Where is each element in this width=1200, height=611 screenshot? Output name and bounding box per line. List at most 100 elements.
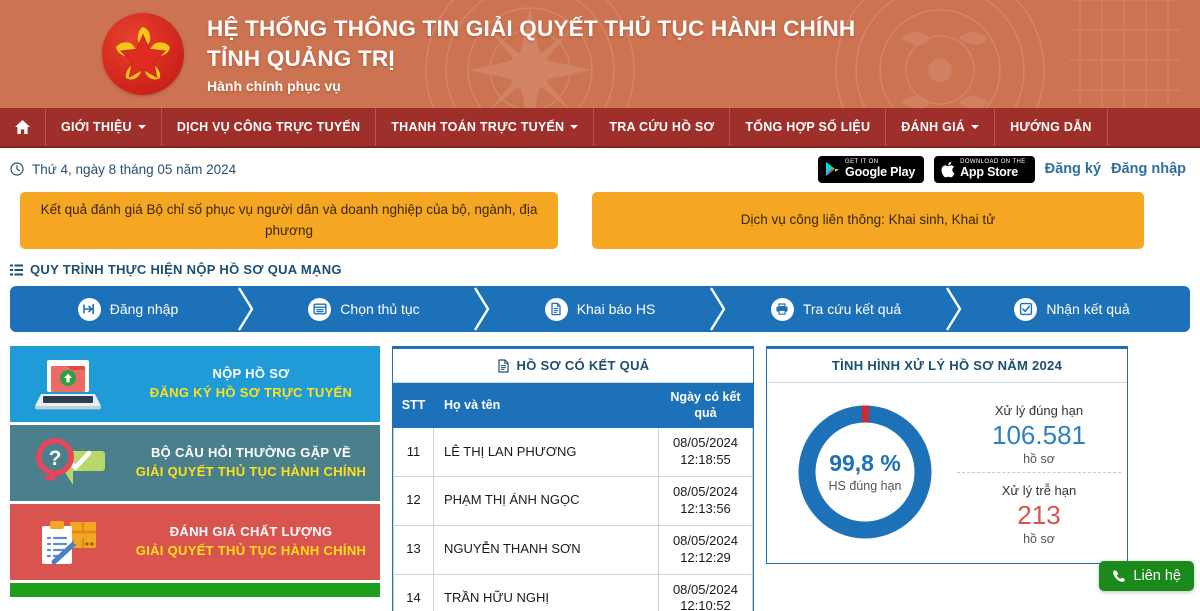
main-content: NỘP HỒ SƠ ĐĂNG KÝ HỒ SƠ TRỰC TUYẾN ? BỘ … <box>0 332 1200 611</box>
nav-item-tong-hop-so-lieu[interactable]: TỔNG HỢP SỐ LIỆU <box>730 108 887 146</box>
form-list-icon <box>308 297 332 321</box>
table-row[interactable]: 14 TRẦN HỮU NGHỊ 08/05/2024 12:10:52 <box>393 573 753 611</box>
current-date: Thứ 4, ngày 8 tháng 05 năm 2024 <box>10 162 236 177</box>
cell-name: LÊ THỊ LAN PHƯƠNG <box>433 427 659 478</box>
login-link[interactable]: Đăng nhập <box>1111 161 1186 177</box>
utility-right-group: GET IT ON Google Play Download on the Ap… <box>818 155 1186 183</box>
table-row[interactable]: 11 LÊ THỊ LAN PHƯƠNG 08/05/2024 12:18:55 <box>393 427 753 478</box>
app-store-text: Download on the App Store <box>960 159 1026 178</box>
clipboard-pen-icon <box>10 514 130 570</box>
sidebar-card-bo-cau-hoi[interactable]: ? BỘ CÂU HỎI THƯỜNG GẶP VỀ GIẢI QUYẾT TH… <box>10 425 380 501</box>
stats-body: 99,8 % HS đúng hạn Xử lý đúng hạn 106.58… <box>767 383 1127 563</box>
cell-stt: 12 <box>393 476 434 526</box>
step-label: Khai báo HS <box>576 301 656 317</box>
nav-item-danh-gia[interactable]: ĐÁNH GIÁ <box>886 108 996 146</box>
results-table: STT Họ và tên Ngày có kết quả 11 LÊ THỊ … <box>393 382 753 611</box>
nav-item-dich-vu-cong-truc-tuyen[interactable]: DỊCH VỤ CÔNG TRỰC TUYẾN <box>162 108 377 146</box>
card-line-2: GIẢI QUYẾT THỦ TỤC HÀNH CHÍNH <box>135 464 367 479</box>
sidebar-card-text: ĐÁNH GIÁ CHẤT LƯỢNG GIẢI QUYẾT THỦ TỤC H… <box>130 523 380 561</box>
nav-item-gioi-thieu[interactable]: GIỚI THIỆU <box>46 108 162 146</box>
stat-late: Xử lý trễ hạn 213 hồ sơ <box>957 472 1121 552</box>
stats-figures: Xử lý đúng hạn 106.581 hồ sơ Xử lý trễ h… <box>957 397 1121 552</box>
step-dang-nhap[interactable]: Đăng nhập <box>10 286 254 332</box>
process-title-text: QUY TRÌNH THỰC HIỆN NỘP HỒ SƠ QUA MẠNG <box>30 262 342 277</box>
laptop-upload-icon <box>10 356 130 412</box>
cell-date: 08/05/2024 12:10:52 <box>658 573 753 611</box>
date-text: Thứ 4, ngày 8 tháng 05 năm 2024 <box>32 161 237 177</box>
chevron-down-icon <box>570 125 579 129</box>
card-line-2: ĐĂNG KÝ HỒ SƠ TRỰC TUYẾN <box>149 385 353 400</box>
document-icon <box>497 358 509 373</box>
google-play-badge[interactable]: GET IT ON Google Play <box>818 155 925 183</box>
nav-label: ĐÁNH GIÁ <box>901 120 966 134</box>
results-title-text: HỒ SƠ CÓ KẾT QUẢ <box>516 358 650 373</box>
header-titles: HỆ THỐNG THÔNG TIN GIẢI QUYẾT THỦ TỤC HÀ… <box>207 14 855 94</box>
contact-label: Liên hệ <box>1133 568 1181 584</box>
nav-label: TRA CỨU HỒ SƠ <box>609 120 715 134</box>
cell-name: PHẠM THỊ ÁNH NGỌC <box>433 476 659 526</box>
home-icon <box>15 120 30 134</box>
utility-bar: Thứ 4, ngày 8 tháng 05 năm 2024 GET IT O… <box>0 148 1200 190</box>
promo-banner-lien-thong[interactable]: Dịch vụ công liên thông: Khai sinh, Khai… <box>592 192 1144 249</box>
sidebar-cards: NỘP HỒ SƠ ĐĂNG KÝ HỒ SƠ TRỰC TUYẾN ? BỘ … <box>10 346 380 600</box>
nav-item-huong-dan[interactable]: HƯỚNG DẪN <box>995 108 1108 146</box>
stats-panel: TÌNH HÌNH XỬ LÝ HỒ SƠ NĂM 2024 99,8 % HS… <box>766 346 1128 564</box>
cell-date: 08/05/2024 12:18:55 <box>658 427 753 478</box>
sidebar-card-next[interactable] <box>10 583 380 597</box>
nav-item-thanh-toan-truc-tuyen[interactable]: THANH TOÁN TRỰC TUYẾN <box>376 108 595 146</box>
nav-item-home[interactable] <box>0 108 46 146</box>
stats-panel-title: TÌNH HÌNH XỬ LÝ HỒ SƠ NĂM 2024 <box>767 349 1127 383</box>
cell-stt: 13 <box>393 524 434 575</box>
step-chon-thu-tuc[interactable]: Chọn thủ tục <box>246 286 490 332</box>
nav-label: GIỚI THIỆU <box>61 120 132 134</box>
clock-icon <box>10 162 24 176</box>
title-line-1: HỆ THỐNG THÔNG TIN GIẢI QUYẾT THỦ TỤC HÀ… <box>207 15 856 41</box>
sidebar-card-text: NỘP HỒ SƠ ĐĂNG KÝ HỒ SƠ TRỰC TUYẾN <box>130 365 380 403</box>
nav-label: HƯỚNG DẪN <box>1010 120 1092 134</box>
step-nhan-ket-qua[interactable]: Nhận kết quả <box>954 286 1190 332</box>
step-label: Nhận kết quả <box>1046 301 1130 317</box>
chevron-down-icon <box>971 125 980 129</box>
step-khai-bao-hs[interactable]: Khai báo HS <box>482 286 726 332</box>
process-steps: Đăng nhập Chọn thủ tục Khai báo HS Tra c… <box>10 286 1190 332</box>
step-label: Đăng nhập <box>109 301 179 317</box>
stat-caption: Xử lý đúng hạn <box>994 403 1084 418</box>
stat-caption: Xử lý trễ hạn <box>1001 483 1077 498</box>
column-header-date: Ngày có kết quả <box>658 382 753 429</box>
contact-button[interactable]: Liên hệ <box>1099 561 1194 591</box>
cell-name: NGUYỄN THANH SƠN <box>433 524 659 575</box>
promo-banner-chi-so-phuc-vu[interactable]: Kết quả đánh giá Bộ chỉ số phục vụ người… <box>20 192 558 249</box>
table-row[interactable]: 12 PHẠM THỊ ÁNH NGỌC 08/05/2024 12:13:56 <box>393 476 753 526</box>
step-tra-cuu-ket-qua[interactable]: Tra cứu kết quả <box>718 286 962 332</box>
card-line-2: GIẢI QUYẾT THỦ TỤC HÀNH CHÍNH <box>135 543 367 558</box>
sidebar-card-nop-ho-so[interactable]: NỘP HỒ SƠ ĐĂNG KÝ HỒ SƠ TRỰC TUYẾN <box>10 346 380 422</box>
document-icon <box>544 297 568 321</box>
cell-stt: 11 <box>393 427 434 478</box>
header-subtitle: Hành chính phục vụ <box>207 78 341 95</box>
cell-date: 08/05/2024 12:12:29 <box>658 524 753 575</box>
chevron-down-icon <box>137 125 146 129</box>
step-label: Chọn thủ tục <box>340 301 420 317</box>
table-row[interactable]: 13 NGUYỄN THANH SƠN 08/05/2024 12:12:29 <box>393 524 753 575</box>
promo-banner-row: Kết quả đánh giá Bộ chỉ số phục vụ người… <box>0 192 1200 249</box>
title-line-2: TỈNH QUẢNG TRỊ <box>207 45 395 71</box>
page-title: HỆ THỐNG THÔNG TIN GIẢI QUYẾT THỦ TỤC HÀ… <box>207 14 855 73</box>
card-line-1: ĐÁNH GIÁ CHẤT LƯỢNG <box>169 524 333 540</box>
nav-item-tra-cuu-ho-so[interactable]: TRA CỨU HỒ SƠ <box>594 108 731 146</box>
donut-chart: 99,8 % HS đúng hạn <box>773 397 957 547</box>
badge-bottom-text: Google Play <box>845 164 916 179</box>
printer-icon <box>770 297 794 321</box>
register-link[interactable]: Đăng ký <box>1045 161 1101 177</box>
column-header-stt: STT <box>393 382 434 429</box>
app-store-badge[interactable]: Download on the App Store <box>934 155 1035 183</box>
stat-value: 213 <box>1017 500 1061 530</box>
card-line-1: BỘ CÂU HỎI THƯỜNG GẶP VỀ <box>150 445 352 461</box>
column-header-name: Họ và tên <box>433 382 659 429</box>
main-navigation: GIỚI THIỆU DỊCH VỤ CÔNG TRỰC TUYẾN THANH… <box>0 108 1200 148</box>
site-header: HỆ THỐNG THÔNG TIN GIẢI QUYẾT THỦ TỤC HÀ… <box>0 0 1200 108</box>
card-line-1: NỘP HỒ SƠ <box>212 366 290 382</box>
stat-unit: hồ sơ <box>1023 452 1055 466</box>
sidebar-card-danh-gia-chat-luong[interactable]: ĐÁNH GIÁ CHẤT LƯỢNG GIẢI QUYẾT THỦ TỤC H… <box>10 504 380 580</box>
phone-icon <box>1113 570 1126 582</box>
stat-ontime: Xử lý đúng hạn 106.581 hồ sơ <box>957 401 1121 472</box>
